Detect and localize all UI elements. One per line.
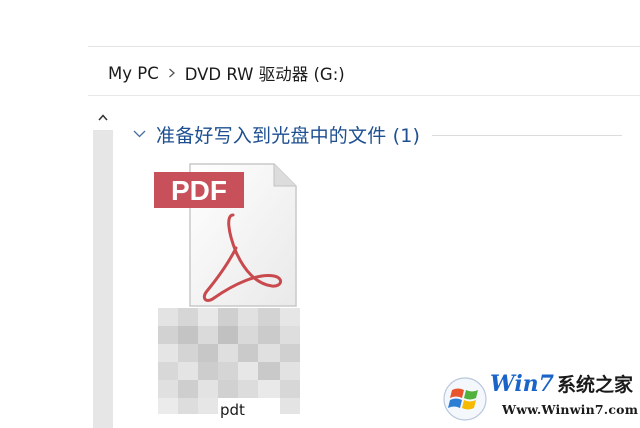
scrollbar-track[interactable] (93, 130, 113, 428)
windows-logo-icon (443, 377, 487, 421)
scroll-up-button[interactable] (93, 104, 113, 130)
watermark-title: Win7 系统之家 (490, 370, 633, 397)
watermark-url: Www.Winwin7.com (502, 402, 639, 417)
pdf-file-icon: PDF (154, 163, 297, 307)
file-group-header[interactable]: 准备好写入到光盘中的文件 (1) (132, 120, 622, 148)
group-divider (432, 134, 622, 136)
chevron-right-icon[interactable] (161, 68, 183, 78)
group-title: 准备好写入到光盘中的文件 (1) (156, 124, 421, 147)
chevron-down-icon[interactable] (132, 127, 146, 141)
pdf-badge-label: PDF (171, 175, 227, 206)
vertical-scrollbar[interactable] (93, 104, 113, 428)
site-watermark: Win7 系统之家 Www.Winwin7.com (440, 366, 639, 424)
watermark-suffix: 系统之家 (556, 374, 633, 396)
file-item-pdf[interactable]: PDF pdt (150, 160, 310, 428)
file-name-label: pdt (220, 401, 245, 419)
blurred-thumbnail (158, 308, 300, 414)
watermark-brand: Win7 (490, 371, 554, 397)
breadcrumb: My PC DVD RW 驱动器 (G:) (106, 61, 347, 85)
chevron-up-icon (98, 113, 108, 120)
address-bar-divider (88, 95, 640, 96)
toolbar-divider (88, 46, 640, 47)
breadcrumb-item-my-pc[interactable]: My PC (106, 64, 161, 83)
breadcrumb-item-dvd-drive[interactable]: DVD RW 驱动器 (G:) (183, 61, 347, 85)
